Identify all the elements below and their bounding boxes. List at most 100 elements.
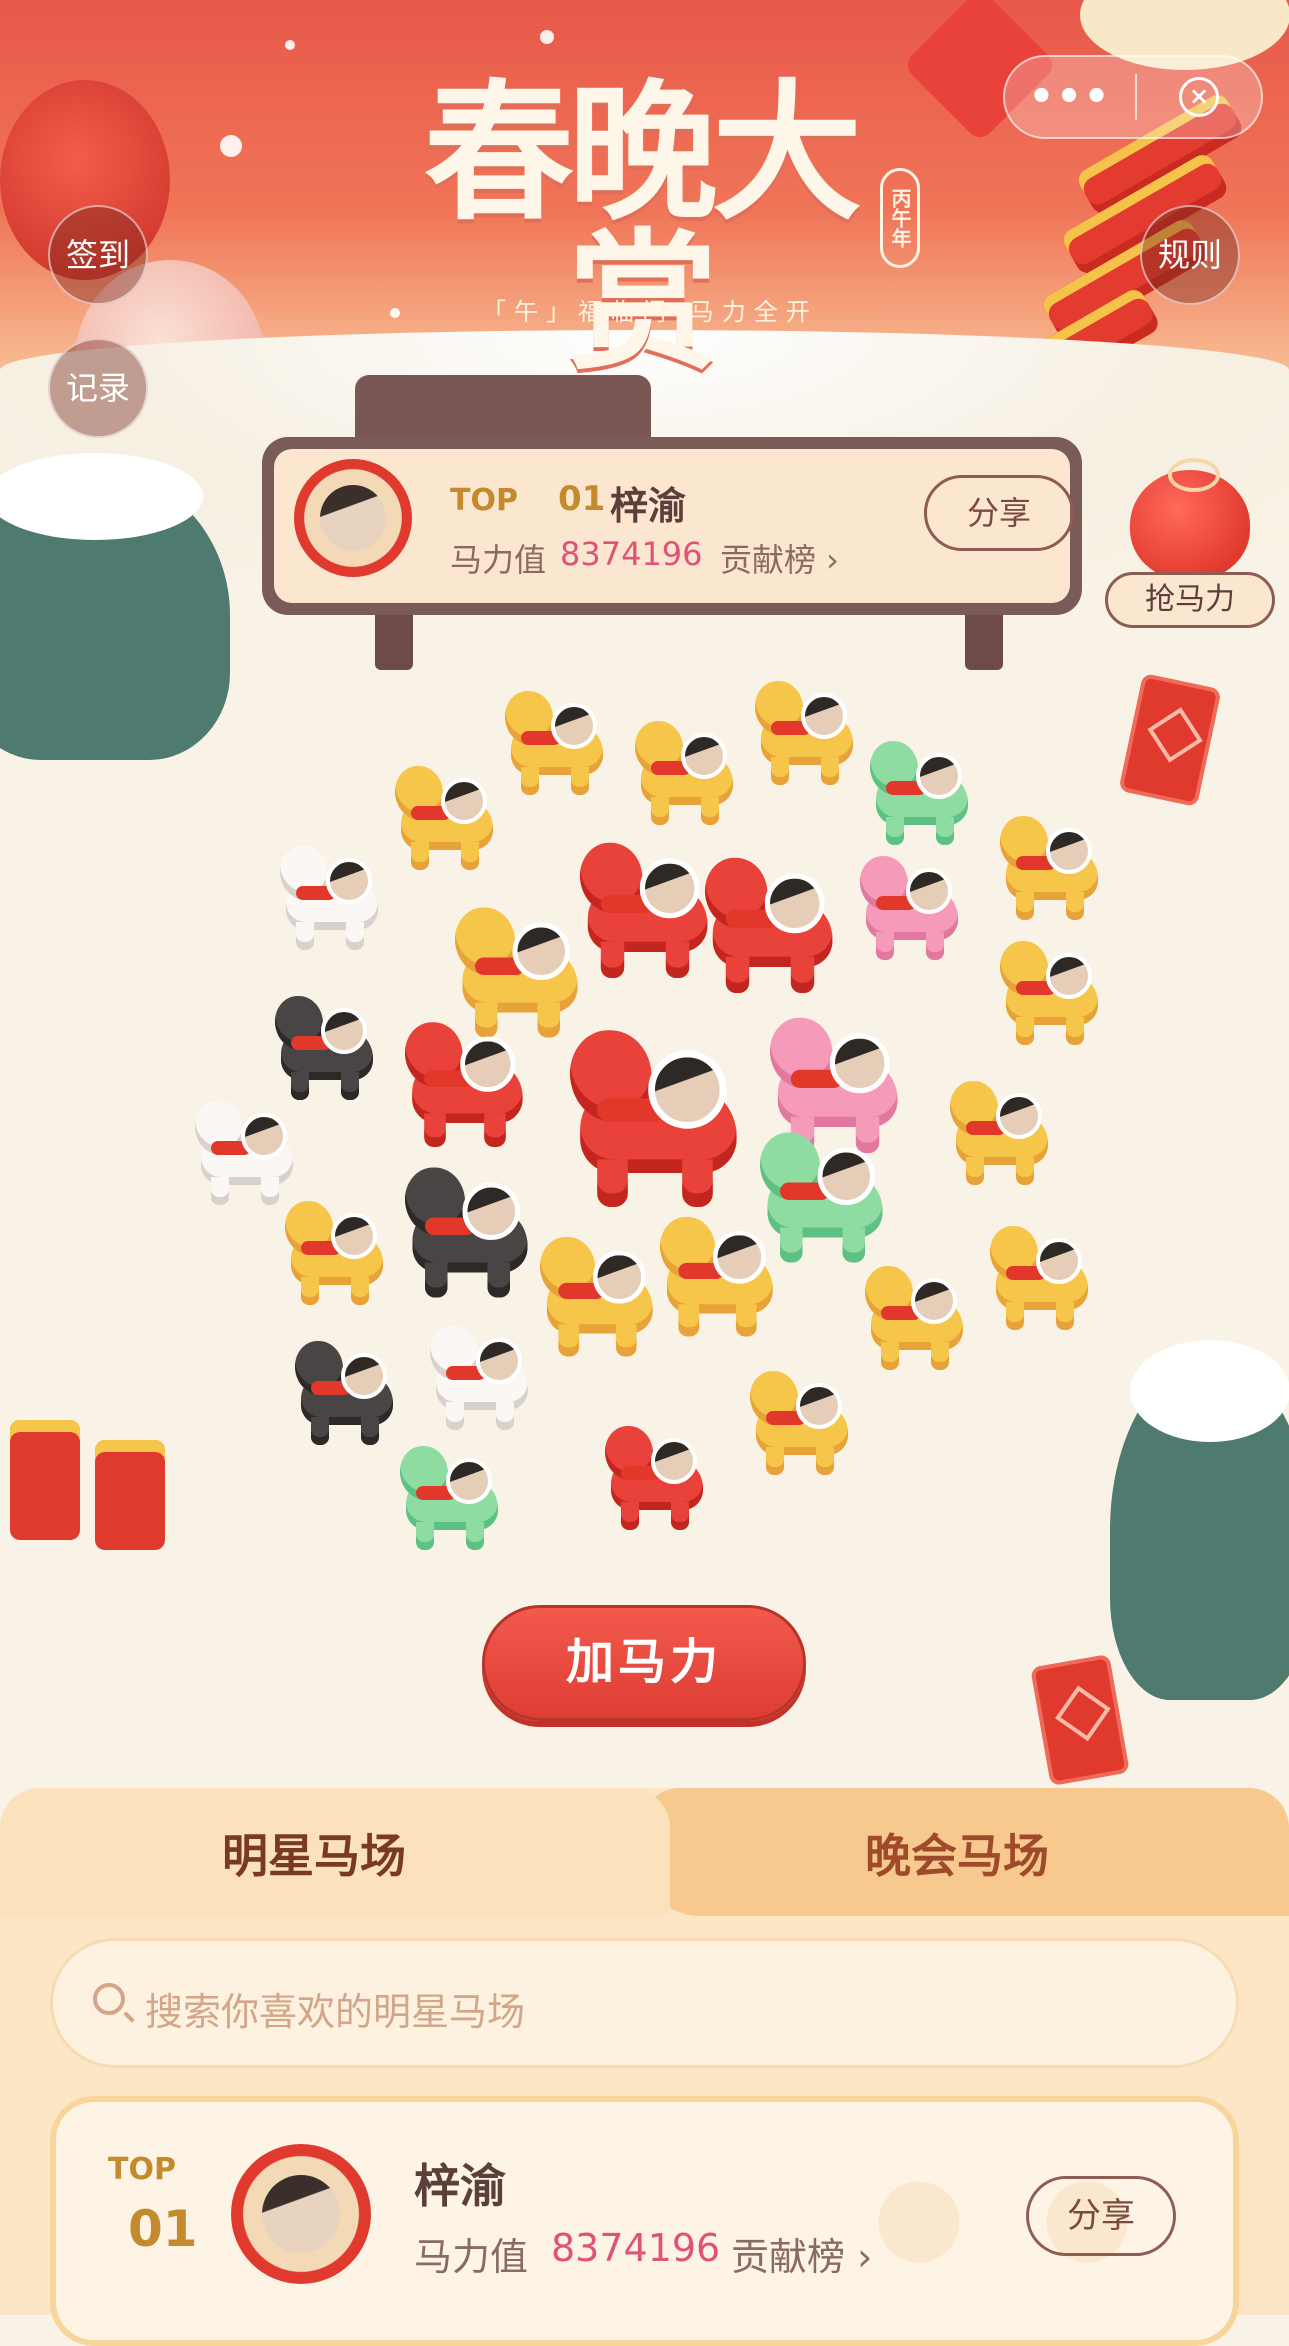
horse[interactable] <box>755 675 863 787</box>
red-envelope-decoration <box>1118 672 1222 808</box>
horse[interactable] <box>540 1230 664 1359</box>
fanclub-avatar <box>512 922 570 980</box>
star-name: 梓渝 <box>414 2159 506 2213</box>
horse[interactable] <box>990 1220 1098 1332</box>
grab-power-button[interactable]: 抢马力 <box>1105 458 1275 630</box>
year-seal: 丙午年 <box>880 168 920 268</box>
star-avatar <box>231 2144 371 2284</box>
star-avatar <box>648 1050 727 1129</box>
fanclub-avatar <box>911 1278 957 1324</box>
contribution-link[interactable]: 贡献榜 › <box>720 535 839 581</box>
list-rank: 01 <box>128 2200 198 2258</box>
horse[interactable] <box>405 1160 540 1300</box>
grab-power-label: 抢马力 <box>1105 572 1275 628</box>
checkin-button[interactable]: 签到 <box>48 205 148 305</box>
horse[interactable] <box>870 735 978 847</box>
star-avatar <box>801 693 847 739</box>
star-avatar <box>1036 1238 1082 1284</box>
snow-dot <box>540 30 554 44</box>
fanclub-avatar <box>460 1036 516 1092</box>
add-power-button[interactable]: 加马力 <box>482 1605 806 1721</box>
snow-dot <box>220 135 242 157</box>
records-button[interactable]: 记录 <box>48 338 148 438</box>
horse[interactable] <box>750 1365 858 1477</box>
capsule-divider <box>1135 74 1137 120</box>
star-avatar <box>996 1093 1042 1139</box>
top-badge: TOP <box>108 2152 176 2187</box>
leader-name: 梓渝 <box>610 484 687 528</box>
horse[interactable] <box>1000 935 1108 1047</box>
star-avatar <box>1046 828 1092 874</box>
fanclub-avatar <box>639 858 700 919</box>
horse[interactable] <box>295 1335 403 1447</box>
power-value: 8374196 <box>551 2226 721 2270</box>
star-avatar <box>241 1113 287 1159</box>
horse[interactable] <box>605 1420 713 1532</box>
horse[interactable] <box>395 760 503 872</box>
star-avatar <box>829 1033 890 1094</box>
tab-gala-ranch[interactable]: 晚会马场 <box>640 1788 1289 1916</box>
horse[interactable] <box>430 1320 538 1432</box>
share-button[interactable]: 分享 <box>1026 2176 1176 2256</box>
horse[interactable] <box>865 1260 973 1372</box>
horse[interactable] <box>285 1195 393 1307</box>
fanclub-avatar <box>764 873 825 934</box>
star-avatar <box>331 1213 377 1259</box>
more-options-button[interactable]: ••• <box>1005 74 1135 120</box>
tab-star-ranch-label: 明星马场 <box>222 1829 406 1883</box>
horse[interactable] <box>400 1440 508 1552</box>
contribution-link[interactable]: 贡献榜 › <box>731 2226 872 2281</box>
star-avatar <box>441 778 487 824</box>
pine-tree-decoration <box>1110 1339 1289 1700</box>
horse[interactable] <box>1000 810 1108 922</box>
page-title: 春晚大赏 <box>423 65 862 391</box>
top-badge: TOP <box>450 483 518 518</box>
page-subtitle: 「午」福临门 马力全开 <box>482 298 818 326</box>
snow-dot <box>285 40 295 50</box>
horse[interactable] <box>405 1015 535 1149</box>
firecracker-stack-decoration <box>0 1380 190 1560</box>
star-avatar <box>321 1008 367 1054</box>
rules-button[interactable]: 规则 <box>1140 205 1240 305</box>
leader-avatar <box>294 459 412 577</box>
horse[interactable] <box>280 840 388 952</box>
star-avatar <box>681 733 727 779</box>
power-label: 马力值 <box>414 2235 529 2279</box>
leader-sign: TOP 01 梓渝 马力值 8374196 贡献榜 › 分享 <box>262 437 1082 615</box>
star-avatar <box>462 1182 520 1240</box>
horse[interactable] <box>275 990 383 1102</box>
horse[interactable] <box>580 835 720 981</box>
close-button[interactable]: × <box>1179 77 1219 117</box>
leader-rank: 01 <box>558 479 606 519</box>
tab-star-ranch[interactable]: 明星马场 <box>0 1788 670 1916</box>
list-item[interactable]: TOP 01 梓渝 马力值 8374196 贡献榜 › 分享 <box>50 2096 1239 2346</box>
sign-header-board <box>355 375 651 445</box>
search-bar[interactable]: 搜索你喜欢的明星马场 <box>50 1938 1239 2068</box>
star-avatar <box>916 753 962 799</box>
horse[interactable] <box>705 850 845 996</box>
star-avatar <box>651 1438 697 1484</box>
power-label: 马力值 <box>450 541 547 579</box>
search-placeholder: 搜索你喜欢的明星马场 <box>145 1990 526 2034</box>
search-icon <box>93 1983 125 2015</box>
star-avatar <box>592 1250 646 1304</box>
star-avatar <box>476 1338 522 1384</box>
horse[interactable] <box>660 1210 784 1339</box>
horse[interactable] <box>860 850 968 962</box>
horse[interactable] <box>195 1095 303 1207</box>
horse-leader[interactable] <box>570 1020 754 1210</box>
miniprogram-capsule: ••• × <box>1003 55 1263 139</box>
horse[interactable] <box>950 1075 1058 1187</box>
star-avatar <box>906 868 952 914</box>
share-button[interactable]: 分享 <box>924 475 1074 551</box>
star-avatar <box>326 858 372 904</box>
horse[interactable] <box>505 685 613 797</box>
ranking-panel: 晚会马场 明星马场 搜索你喜欢的明星马场 TOP 01 梓渝 马力值 83741… <box>0 1788 1289 2346</box>
horse[interactable] <box>635 715 743 827</box>
power-value: 8374196 <box>560 535 703 573</box>
star-avatar <box>341 1353 387 1399</box>
star-avatar <box>446 1458 492 1504</box>
star-avatar <box>551 703 597 749</box>
lucky-bag-icon <box>1130 458 1250 580</box>
star-avatar <box>817 1147 875 1205</box>
